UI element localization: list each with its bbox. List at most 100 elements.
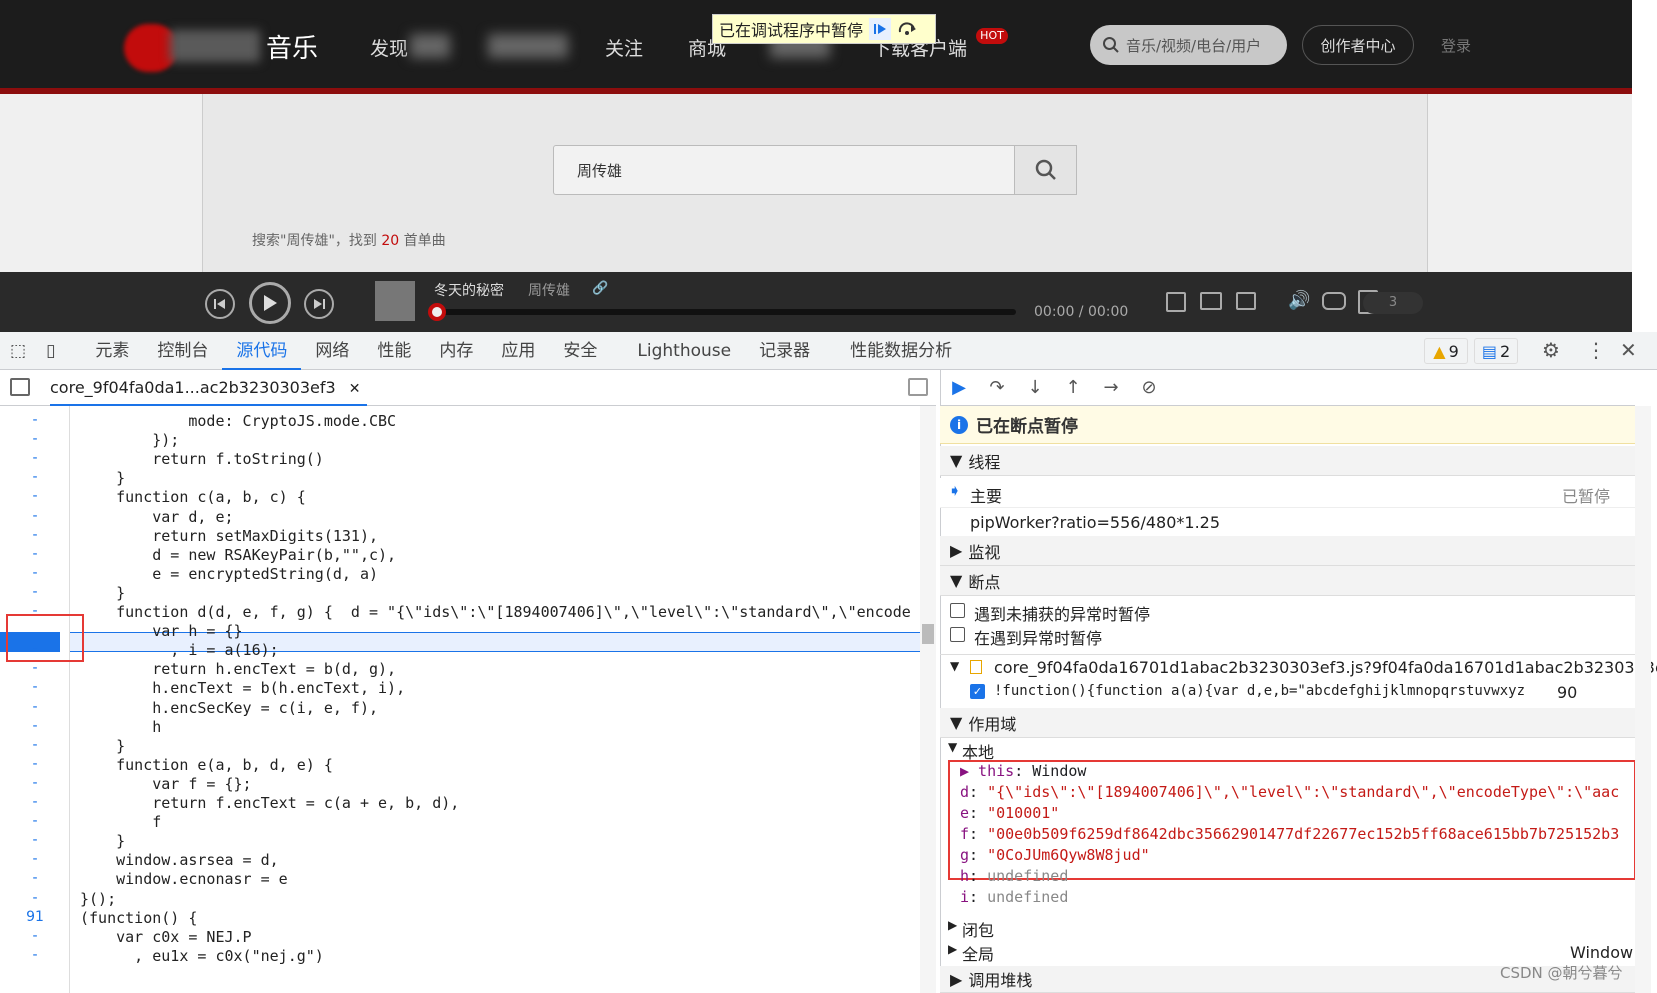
toggle-debugger-icon[interactable]	[908, 378, 928, 396]
scope-var-row[interactable]: g: "0CoJUm6Qyw8W8jud"	[960, 846, 1636, 864]
more-options-icon[interactable]: ⋮	[1586, 338, 1606, 362]
share-icon[interactable]	[1236, 292, 1256, 310]
inspect-element-icon[interactable]: ⬚	[0, 332, 36, 370]
line-number[interactable]: -	[0, 679, 70, 695]
tab-performance-insights[interactable]: 性能数据分析	[836, 332, 966, 370]
closure-scope[interactable]: ▶ 闭包	[940, 916, 1635, 940]
line-number[interactable]: -	[0, 660, 70, 676]
resume-icon[interactable]	[869, 18, 892, 40]
scope-section[interactable]: ▼ 作用域	[940, 708, 1635, 738]
step-icon[interactable]: →	[1092, 370, 1130, 406]
line-number[interactable]: -	[0, 565, 70, 581]
device-toolbar-icon[interactable]: ▯	[36, 332, 65, 370]
line-number[interactable]: -	[0, 641, 70, 657]
loop-icon[interactable]	[1322, 292, 1346, 310]
result-count[interactable]: 20	[381, 233, 399, 249]
step-into-icon[interactable]: ↓	[1016, 370, 1054, 406]
scope-var-row[interactable]: f: "00e0b509f6259df8642dbc35662901477df2…	[960, 825, 1636, 843]
watch-section[interactable]: ▶ 监视	[940, 536, 1635, 566]
thread-worker[interactable]: pipWorker?ratio=556/480*1.25	[940, 508, 1635, 536]
scope-var-row[interactable]: i: undefined	[960, 888, 1636, 906]
nav-item-discover[interactable]: 发现	[370, 34, 408, 61]
pause-caught-option[interactable]: 在遇到异常时暂停	[940, 624, 1635, 648]
tab-sources[interactable]: 源代码	[222, 332, 302, 370]
line-number[interactable]: -	[0, 622, 70, 638]
line-number[interactable]: -	[0, 527, 70, 543]
pause-uncaught-option[interactable]: 遇到未捕获的异常时暂停	[940, 600, 1635, 624]
line-number[interactable]: -	[0, 699, 70, 715]
creator-center-button[interactable]: 创作者中心	[1302, 25, 1414, 65]
thread-main[interactable]: ➧ 主要 已暂停	[940, 478, 1635, 508]
line-number[interactable]: -	[0, 813, 70, 829]
volume-icon[interactable]: 🔊	[1288, 290, 1310, 311]
line-number[interactable]: -	[0, 775, 70, 791]
editor-scrollbar[interactable]	[920, 406, 936, 993]
deactivate-breakpoints-icon[interactable]: ⊘	[1130, 370, 1168, 406]
messages-badge[interactable]: ▤ 2	[1474, 338, 1518, 364]
song-artist[interactable]: 周传雄	[528, 280, 570, 300]
site-search-input[interactable]: 音乐/视频/电台/用户	[1090, 25, 1287, 65]
song-title[interactable]: 冬天的秘密	[434, 280, 504, 300]
scroll-thumb[interactable]	[922, 624, 934, 644]
close-devtools-icon[interactable]: ✕	[1620, 338, 1637, 362]
threads-section[interactable]: ▼ 线程	[940, 446, 1635, 476]
line-number[interactable]: -	[0, 412, 70, 428]
scope-var-row[interactable]: ▶ this: Window	[960, 762, 1636, 780]
album-cover[interactable]	[375, 281, 415, 321]
add-to-list-icon[interactable]	[1200, 292, 1222, 310]
line-number[interactable]: -	[0, 508, 70, 524]
share-link-icon[interactable]: 🔗	[592, 281, 608, 296]
line-number[interactable]: -	[0, 890, 70, 906]
show-navigator-icon[interactable]	[10, 378, 30, 396]
tab-elements[interactable]: 元素	[81, 332, 143, 370]
step-over-icon[interactable]: ↷	[978, 370, 1016, 406]
line-number[interactable]: -	[0, 870, 70, 886]
line-number[interactable]: -	[0, 794, 70, 810]
line-number[interactable]: -	[0, 718, 70, 734]
tab-memory[interactable]: 内存	[425, 332, 487, 370]
line-number[interactable]: -	[0, 431, 70, 447]
line-number[interactable]: -	[0, 546, 70, 562]
checked-checkbox[interactable]: ✓	[970, 684, 985, 699]
tab-security[interactable]: 安全	[549, 332, 611, 370]
checkbox[interactable]	[950, 603, 965, 618]
line-number[interactable]: -	[0, 488, 70, 504]
song-search-button[interactable]	[1014, 145, 1077, 195]
scope-var-row[interactable]: e: "010001"	[960, 804, 1636, 822]
play-icon[interactable]	[249, 282, 291, 324]
line-number[interactable]: -	[0, 851, 70, 867]
step-out-icon[interactable]: ↑	[1054, 370, 1092, 406]
line-number[interactable]: 91	[0, 909, 70, 925]
line-number[interactable]: -	[0, 450, 70, 466]
settings-gear-icon[interactable]: ⚙	[1542, 338, 1560, 362]
breakpoint-file[interactable]: ▼ core_9f04fa0da16701d1abac2b3230303ef3.…	[940, 654, 1657, 680]
line-number[interactable]: -	[0, 947, 70, 963]
next-track-icon[interactable]	[304, 289, 334, 319]
file-tab[interactable]: core_9f04fa0da1...ac2b3230303ef3 ✕	[50, 370, 367, 406]
scope-var-row[interactable]: h: undefined	[960, 867, 1636, 885]
pip-icon[interactable]	[1166, 292, 1186, 312]
tab-network[interactable]: 网络	[301, 332, 363, 370]
global-scope[interactable]: ▶ 全局 Window	[940, 940, 1635, 964]
song-search-box[interactable]	[553, 145, 1077, 195]
nav-item-follow[interactable]: 关注	[605, 34, 643, 61]
breakpoints-section[interactable]: ▼ 断点	[940, 566, 1635, 596]
resume-icon[interactable]: ▶	[940, 370, 978, 406]
progress-bar[interactable]	[434, 309, 1016, 315]
line-number[interactable]: -	[0, 469, 70, 485]
step-over-icon[interactable]	[897, 20, 917, 39]
line-number[interactable]: -	[0, 737, 70, 753]
warnings-badge[interactable]: ▲ 9	[1424, 338, 1468, 364]
tab-recorder[interactable]: 记录器	[745, 332, 824, 370]
breakpoint-entry[interactable]: ✓ !function(){function a(a){var d,e,b="a…	[940, 680, 1635, 706]
scope-var-row[interactable]: d: "{\"ids\":\"[1894007406]\",\"level\":…	[960, 783, 1636, 801]
tab-application[interactable]: 应用	[487, 332, 549, 370]
line-number[interactable]: -	[0, 584, 70, 600]
tab-lighthouse[interactable]: Lighthouse	[623, 332, 745, 370]
line-number[interactable]: -	[0, 928, 70, 944]
tab-console[interactable]: 控制台	[143, 332, 222, 370]
sidebar-scrollbar[interactable]	[1635, 406, 1651, 993]
progress-handle[interactable]	[428, 303, 446, 321]
tab-performance[interactable]: 性能	[363, 332, 425, 370]
playlist-count[interactable]: 3	[1363, 292, 1423, 314]
